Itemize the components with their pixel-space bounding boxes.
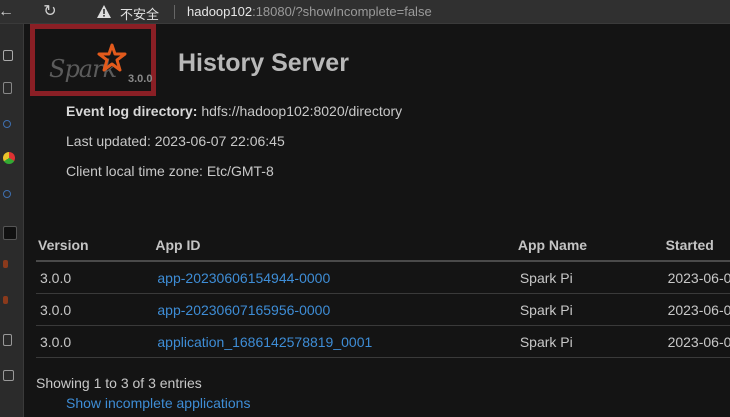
cell-started: 2023-06-0: [663, 293, 730, 326]
cell-version: 3.0.0: [36, 293, 154, 326]
reload-icon[interactable]: ↻: [40, 2, 60, 22]
chrome-icon[interactable]: [3, 152, 15, 164]
page-title: History Server: [178, 49, 349, 77]
cell-started: 2023-06-0: [663, 261, 730, 294]
cell-app-id: application_1686142578819_0001: [153, 325, 516, 358]
spark-version: 3.0.0: [128, 73, 153, 85]
address-bar[interactable]: hadoop102:18080/?showIncomplete=false: [187, 4, 432, 19]
insecure-label[interactable]: 不安全: [120, 4, 159, 23]
event-log-directory: Event log directory: hdfs://hadoop102:80…: [66, 103, 402, 119]
cell-version: 3.0.0: [36, 325, 154, 358]
flag-icon[interactable]: [3, 260, 8, 268]
document-icon[interactable]: [3, 334, 12, 346]
app-icon[interactable]: [3, 226, 17, 240]
document-icon[interactable]: [3, 82, 12, 94]
cell-app-name: Spark Pi: [515, 293, 664, 326]
event-log-label: Event log directory:: [66, 103, 198, 119]
cell-version: 3.0.0: [36, 261, 154, 294]
url-host: hadoop102: [187, 4, 253, 19]
cell-app-name: Spark Pi: [515, 261, 664, 294]
app-id-link[interactable]: application_1686142578819_0001: [157, 334, 372, 350]
tab-icon[interactable]: [3, 50, 13, 61]
back-icon[interactable]: ←: [0, 2, 16, 22]
cell-started: 2023-06-0: [663, 325, 730, 358]
history-server-page: Spark 3.0.0 History Server Event log dir…: [24, 24, 730, 417]
url-divider: [174, 5, 175, 19]
applications-table: Version App ID App Name Started 3.0.0 ap…: [36, 230, 730, 358]
search-icon[interactable]: [3, 190, 11, 198]
table-row: 3.0.0 app-20230606154944-0000 Spark Pi 2…: [36, 261, 730, 294]
cell-app-name: Spark Pi: [515, 325, 664, 358]
last-updated: Last updated: 2023-06-07 22:06:45: [66, 133, 285, 149]
spark-logo-highlight[interactable]: Spark 3.0.0: [30, 24, 156, 96]
column-header-app-id[interactable]: App ID: [153, 230, 516, 262]
entries-count: Showing 1 to 3 of 3 entries: [36, 375, 202, 391]
column-header-started[interactable]: Started: [663, 230, 730, 262]
url-path: :18080/?showIncomplete=false: [252, 4, 432, 19]
spark-star-icon: [97, 43, 127, 72]
flag-icon[interactable]: [3, 296, 8, 304]
cell-app-id: app-20230606154944-0000: [153, 261, 516, 294]
search-icon[interactable]: [3, 120, 11, 128]
client-timezone: Client local time zone: Etc/GMT-8: [66, 163, 274, 179]
table-row: 3.0.0 app-20230607165956-0000 Spark Pi 2…: [36, 293, 730, 326]
event-log-value: hdfs://hadoop102:8020/directory: [201, 103, 403, 119]
calendar-icon[interactable]: [3, 370, 14, 381]
table-row: 3.0.0 application_1686142578819_0001 Spa…: [36, 325, 730, 358]
column-header-app-name[interactable]: App Name: [515, 230, 664, 262]
column-header-version[interactable]: Version: [36, 230, 154, 262]
app-id-link[interactable]: app-20230606154944-0000: [157, 270, 330, 286]
warning-icon[interactable]: [96, 4, 112, 20]
browser-sidebar: [0, 24, 24, 417]
browser-toolbar: ← ↻ 不安全 hadoop102:18080/?showIncomplete=…: [0, 0, 730, 24]
app-id-link[interactable]: app-20230607165956-0000: [157, 302, 330, 318]
show-incomplete-link[interactable]: Show incomplete applications: [66, 395, 250, 411]
table-header-row: Version App ID App Name Started: [36, 230, 730, 262]
cell-app-id: app-20230607165956-0000: [153, 293, 516, 326]
